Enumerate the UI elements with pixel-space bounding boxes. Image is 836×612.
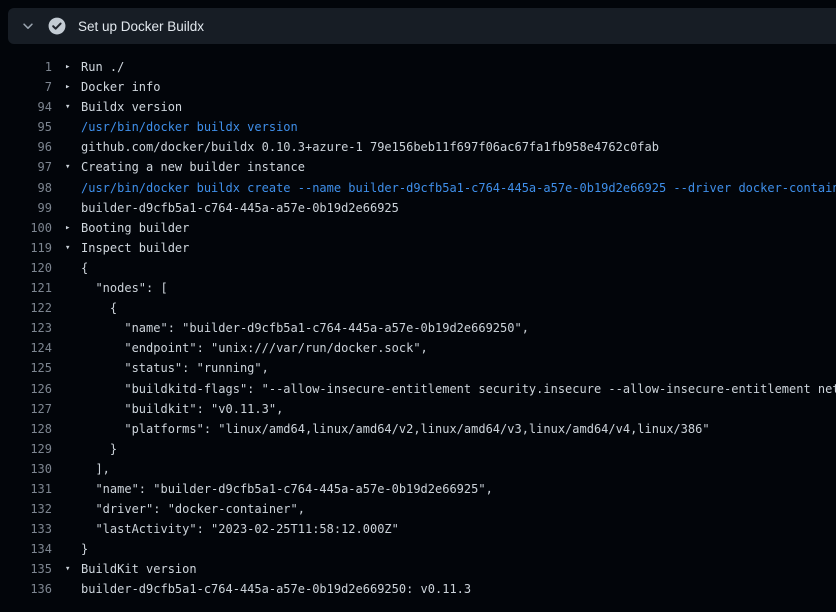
log-line: 123 "name": "builder-d9cfb5a1-c764-445a-… [0, 318, 836, 338]
line-number[interactable]: 127 [0, 399, 52, 419]
log-text: { [52, 258, 88, 278]
log-line: 125 "status": "running", [0, 358, 836, 378]
log-group-header[interactable]: 7▸Docker info [0, 77, 836, 97]
line-number[interactable]: 98 [0, 178, 52, 198]
line-number[interactable]: 121 [0, 278, 52, 298]
log-group-header[interactable]: 100▸Booting builder [0, 218, 836, 238]
log-line: 129 } [0, 439, 836, 459]
log-text: "driver": "docker-container", [52, 499, 305, 519]
log-line: 122 { [0, 298, 836, 318]
log-group-header[interactable]: 94▾Buildx version [0, 97, 836, 117]
log-line: 134} [0, 539, 836, 559]
group-expanded-arrow-icon[interactable]: ▾ [65, 157, 70, 177]
log-line: 128 "platforms": "linux/amd64,linux/amd6… [0, 419, 836, 439]
line-number[interactable]: 125 [0, 358, 52, 378]
log-text: "buildkitd-flags": "--allow-insecure-ent… [52, 379, 836, 399]
chevron-down-icon[interactable] [20, 18, 36, 34]
step-title: Set up Docker Buildx [78, 19, 204, 34]
group-expanded-arrow-icon[interactable]: ▾ [65, 559, 70, 579]
log-group-header[interactable]: 97▾Creating a new builder instance [0, 157, 836, 177]
check-circle-icon [48, 17, 66, 35]
log-line: 121 "nodes": [ [0, 278, 836, 298]
group-expanded-arrow-icon[interactable]: ▾ [65, 238, 70, 258]
log-line: 130 ], [0, 459, 836, 479]
log-group-header[interactable]: 1▸Run ./ [0, 57, 836, 77]
line-number[interactable]: 97 [0, 157, 52, 177]
log-line: 136builder-d9cfb5a1-c764-445a-a57e-0b19d… [0, 579, 836, 599]
line-number[interactable]: 132 [0, 499, 52, 519]
line-number[interactable]: 1 [0, 57, 52, 77]
group-collapsed-arrow-icon[interactable]: ▸ [65, 218, 70, 238]
log-command-text: /usr/bin/docker buildx version [52, 117, 298, 137]
line-number[interactable]: 95 [0, 117, 52, 137]
log-text: ], [52, 459, 110, 479]
group-collapsed-arrow-icon[interactable]: ▸ [65, 77, 70, 97]
log-line: 132 "driver": "docker-container", [0, 499, 836, 519]
step-header[interactable]: Set up Docker Buildx [8, 8, 836, 44]
group-expanded-arrow-icon[interactable]: ▾ [65, 97, 70, 117]
log-text: ▸Run ./ [52, 57, 124, 77]
log-text: ▾Buildx version [52, 97, 182, 117]
log-text: { [52, 298, 117, 318]
log-text: ▸Docker info [52, 77, 160, 97]
log-line: 127 "buildkit": "v0.11.3", [0, 399, 836, 419]
log-line: 124 "endpoint": "unix:///var/run/docker.… [0, 338, 836, 358]
line-number[interactable]: 94 [0, 97, 52, 117]
line-number[interactable]: 130 [0, 459, 52, 479]
log-text: ▾Inspect builder [52, 238, 189, 258]
log-text: } [52, 539, 88, 559]
log-text: "platforms": "linux/amd64,linux/amd64/v2… [52, 419, 710, 439]
log-text: "name": "builder-d9cfb5a1-c764-445a-a57e… [52, 318, 529, 338]
log-line: 98/usr/bin/docker buildx create --name b… [0, 178, 836, 198]
line-number[interactable]: 126 [0, 379, 52, 399]
log-text: ▾Creating a new builder instance [52, 157, 305, 177]
log-group-header[interactable]: 135▾BuildKit version [0, 559, 836, 579]
line-number[interactable]: 100 [0, 218, 52, 238]
log-text: "name": "builder-d9cfb5a1-c764-445a-a57e… [52, 479, 493, 499]
line-number[interactable]: 136 [0, 579, 52, 599]
line-number[interactable]: 133 [0, 519, 52, 539]
log-text: builder-d9cfb5a1-c764-445a-a57e-0b19d2e6… [52, 579, 471, 599]
line-number[interactable]: 129 [0, 439, 52, 459]
line-number[interactable]: 120 [0, 258, 52, 278]
log-line: 133 "lastActivity": "2023-02-25T11:58:12… [0, 519, 836, 539]
line-number[interactable]: 122 [0, 298, 52, 318]
line-number[interactable]: 99 [0, 198, 52, 218]
log-line: 126 "buildkitd-flags": "--allow-insecure… [0, 379, 836, 399]
log-line: 131 "name": "builder-d9cfb5a1-c764-445a-… [0, 479, 836, 499]
log-command-text: /usr/bin/docker buildx create --name bui… [52, 178, 836, 198]
group-collapsed-arrow-icon[interactable]: ▸ [65, 57, 70, 77]
line-number[interactable]: 124 [0, 338, 52, 358]
log-line: 96github.com/docker/buildx 0.10.3+azure-… [0, 137, 836, 157]
log-text: builder-d9cfb5a1-c764-445a-a57e-0b19d2e6… [52, 198, 399, 218]
log-area: 1▸Run ./7▸Docker info94▾Buildx version95… [0, 44, 836, 600]
line-number[interactable]: 96 [0, 137, 52, 157]
log-line: 120{ [0, 258, 836, 278]
line-number[interactable]: 119 [0, 238, 52, 258]
log-text: "nodes": [ [52, 278, 168, 298]
log-text: "buildkit": "v0.11.3", [52, 399, 283, 419]
log-text: "lastActivity": "2023-02-25T11:58:12.000… [52, 519, 399, 539]
log-text: "status": "running", [52, 358, 269, 378]
log-text: ▸Booting builder [52, 218, 189, 238]
line-number[interactable]: 7 [0, 77, 52, 97]
log-text: github.com/docker/buildx 0.10.3+azure-1 … [52, 137, 659, 157]
line-number[interactable]: 128 [0, 419, 52, 439]
log-line: 99builder-d9cfb5a1-c764-445a-a57e-0b19d2… [0, 198, 836, 218]
line-number[interactable]: 123 [0, 318, 52, 338]
log-group-header[interactable]: 119▾Inspect builder [0, 238, 836, 258]
log-text: ▾BuildKit version [52, 559, 197, 579]
log-text: "endpoint": "unix:///var/run/docker.sock… [52, 338, 428, 358]
log-text: } [52, 439, 117, 459]
line-number[interactable]: 135 [0, 559, 52, 579]
line-number[interactable]: 131 [0, 479, 52, 499]
line-number[interactable]: 134 [0, 539, 52, 559]
log-line: 95/usr/bin/docker buildx version [0, 117, 836, 137]
